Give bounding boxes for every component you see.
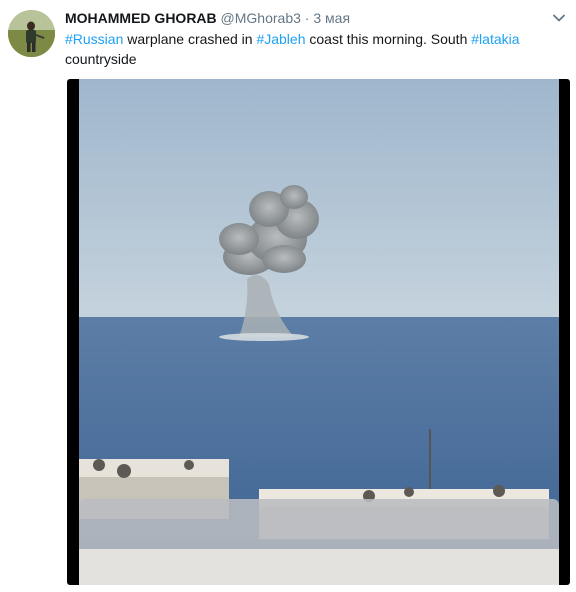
hashtag-jableh[interactable]: #Jableh [256, 31, 305, 47]
tweet-header: MOHAMMED GHORAB @MGhorab3 · 3 мая [65, 9, 350, 27]
hashtag-russian[interactable]: #Russian [65, 31, 123, 47]
user-handle[interactable]: @MGhorab3 [221, 10, 301, 26]
avatar[interactable] [8, 10, 55, 57]
photo-explosion-at-sea [79, 79, 559, 585]
separator: · [304, 10, 310, 26]
tweet-text-part: warplane crashed in [123, 31, 257, 47]
tweet-text-part: countryside [65, 51, 137, 67]
tweet-photo[interactable] [67, 79, 570, 585]
hashtag-latakia[interactable]: #latakia [471, 31, 519, 47]
display-name[interactable]: MOHAMMED GHORAB [65, 10, 217, 26]
tweet-date[interactable]: 3 мая [313, 10, 350, 26]
tweet: MOHAMMED GHORAB @MGhorab3 · 3 мая #Russi… [0, 0, 576, 592]
chevron-down-icon[interactable] [551, 10, 567, 26]
tweet-text-part: coast this morning. South [305, 31, 472, 47]
tweet-text: #Russian warplane crashed in #Jableh coa… [65, 29, 555, 69]
